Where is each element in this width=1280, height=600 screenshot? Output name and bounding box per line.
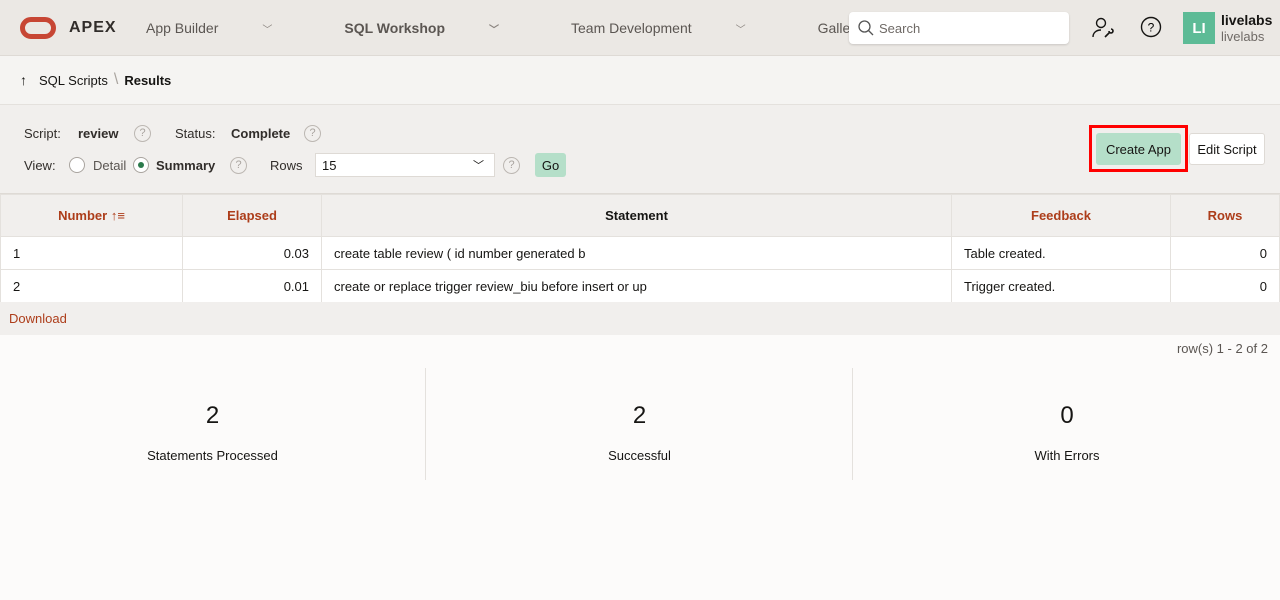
col-rows[interactable]: Rows: [1170, 194, 1280, 237]
sort-ascending-icon: ↑≡: [110, 208, 125, 223]
cell-rows: 0: [1170, 269, 1280, 303]
col-statement: Statement: [321, 194, 952, 237]
go-button[interactable]: Go: [535, 153, 566, 177]
nav-team-development[interactable]: Team Development ﹀: [571, 20, 782, 36]
table-row: 2 0.01 create or replace trigger review_…: [0, 269, 1280, 303]
cell-elapsed: 0.03: [182, 236, 322, 270]
cell-number: 1: [0, 236, 183, 270]
cell-rows: 0: [1170, 236, 1280, 270]
svg-text:?: ?: [1148, 21, 1155, 35]
help-icon[interactable]: ?: [1140, 16, 1162, 38]
search-input[interactable]: Search: [849, 12, 1069, 44]
rows-label: Rows: [270, 158, 303, 173]
view-detail-radio[interactable]: [69, 157, 85, 173]
chevron-down-icon: ﹀: [473, 160, 484, 172]
chevron-down-icon: ﹀: [735, 25, 746, 36]
breadcrumb-separator: \: [113, 71, 119, 88]
chevron-down-icon: ﹀: [262, 25, 273, 36]
search-icon: [858, 20, 874, 36]
user-workspace: livelabs: [1221, 29, 1265, 44]
view-summary-label[interactable]: Summary: [156, 158, 215, 173]
breadcrumb-sql-scripts[interactable]: SQL Scripts: [39, 73, 108, 88]
view-detail-label[interactable]: Detail: [93, 158, 126, 173]
download-link[interactable]: Download: [9, 311, 67, 326]
table-row: 1 0.03 create table review ( id number g…: [0, 236, 1280, 270]
status-value: Complete: [231, 126, 291, 141]
help-icon[interactable]: ?: [503, 157, 520, 174]
col-feedback[interactable]: Feedback: [951, 194, 1171, 237]
filter-region: [0, 105, 1280, 194]
help-icon[interactable]: ?: [134, 125, 151, 142]
rows-select[interactable]: 15 ﹀: [315, 153, 495, 177]
help-icon[interactable]: ?: [230, 157, 247, 174]
stat-successful: 2 Successful: [427, 368, 853, 480]
script-value: review: [78, 126, 119, 141]
arrow-up-icon[interactable]: ↑: [20, 72, 27, 88]
oracle-logo[interactable]: [20, 17, 56, 39]
script-label: Script:: [24, 126, 61, 141]
col-elapsed[interactable]: Elapsed: [182, 194, 322, 237]
stat-statements-processed: 2 Statements Processed: [0, 368, 426, 480]
cell-statement: create or replace trigger review_biu bef…: [321, 269, 952, 303]
chevron-down-icon: ﹀: [489, 25, 499, 36]
table-header: Number ↑≡ Elapsed Statement Feedback Row…: [0, 194, 1280, 237]
cell-statement: create table review ( id number generate…: [321, 236, 952, 270]
cell-number: 2: [0, 269, 183, 303]
breadcrumb-current: Results: [124, 72, 172, 88]
edit-script-button[interactable]: Edit Script: [1189, 133, 1265, 165]
top-bar: APEX App Builder ﹀ SQL Workshop ﹀ Team Dev…: [0, 0, 1280, 56]
nav-app-builder[interactable]: App Builder ﹀: [146, 20, 308, 36]
breadcrumb: ↑ SQL Scripts \ Results: [0, 56, 1280, 105]
row-count: row(s) 1 - 2 of 2: [1176, 341, 1268, 356]
cell-feedback: Table created.: [951, 236, 1171, 270]
download-bar: Download: [0, 302, 1280, 335]
cell-feedback: Trigger created.: [951, 269, 1171, 303]
main-nav: App Builder ﹀ SQL Workshop ﹀ Team Developm…: [146, 20, 898, 36]
view-summary-radio[interactable]: [133, 157, 149, 173]
user-name[interactable]: livelabs: [1221, 12, 1272, 28]
nav-sql-workshop[interactable]: SQL Workshop ﹀: [344, 20, 535, 36]
brand[interactable]: APEX: [69, 19, 117, 37]
results-table: Number ↑≡ Elapsed Statement Feedback Row…: [0, 194, 1280, 303]
avatar[interactable]: LI: [1183, 12, 1215, 44]
help-icon[interactable]: ?: [304, 125, 321, 142]
col-number[interactable]: Number ↑≡: [0, 194, 183, 237]
user-settings-icon[interactable]: [1091, 16, 1115, 40]
highlight-box: [1089, 125, 1188, 172]
status-label: Status:: [175, 126, 216, 141]
stat-with-errors: 0 With Errors: [1034, 402, 1100, 463]
view-label: View:: [24, 158, 56, 173]
cell-elapsed: 0.01: [182, 269, 322, 303]
